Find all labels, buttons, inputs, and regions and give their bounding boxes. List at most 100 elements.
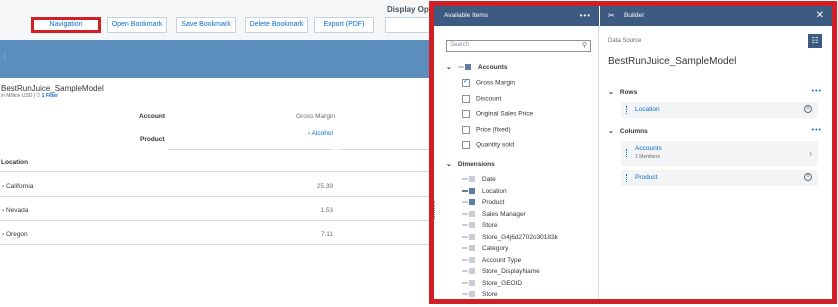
- unit-label: in Million USD: [1, 93, 33, 99]
- chevron-right-icon[interactable]: ›: [809, 149, 812, 158]
- product-header: Product: [140, 136, 165, 143]
- search-placeholder: Search: [450, 42, 470, 48]
- checkbox[interactable]: [462, 95, 470, 103]
- accounts-section-toggle[interactable]: ⌄ Accounts: [446, 63, 508, 71]
- navigation-button[interactable]: Navigation: [31, 17, 101, 33]
- filter-icon[interactable]: ⛉: [37, 93, 41, 99]
- band-icon: ⟨: [3, 52, 7, 61]
- account-label: Original Sales Price: [476, 110, 534, 118]
- dimension-label: Store_DisplayName: [482, 268, 540, 275]
- dimension-label: Category: [482, 245, 509, 252]
- chevron-right-icon: ›: [308, 130, 311, 137]
- account-item-price-fixed[interactable]: Price (fixed): [462, 126, 511, 134]
- row-divider: [0, 171, 430, 172]
- account-item-original-sales-price[interactable]: Original Sales Price: [462, 110, 533, 118]
- rows-section-toggle[interactable]: ⌄ Rows: [608, 88, 637, 96]
- account-header: Account: [139, 113, 165, 120]
- dimension-item[interactable]: Store: [462, 222, 498, 229]
- checkbox-checked[interactable]: [462, 77, 470, 87]
- checkbox[interactable]: [462, 126, 470, 134]
- report-subtitle: in Million USD | ⛉ 1 Filter: [1, 93, 58, 99]
- dimension-label: Store_GEOID: [482, 280, 523, 287]
- dimension-item[interactable]: Product: [462, 199, 504, 206]
- dimension-item[interactable]: Location: [462, 188, 507, 195]
- search-icon[interactable]: ⚲: [582, 41, 587, 49]
- dimensions-section-toggle[interactable]: ⌄ Dimensions: [446, 160, 495, 168]
- dimension-label: Location: [482, 188, 507, 195]
- hierarchy-icon: [462, 188, 476, 195]
- measure-icon: [457, 64, 472, 71]
- chevron-down-icon: ⌄: [446, 64, 452, 71]
- dimension-item[interactable]: Store_G4j6d2702o30183k: [462, 234, 558, 241]
- more-options-icon[interactable]: •••: [580, 6, 591, 26]
- export-pdf-button[interactable]: Export (PDF): [314, 17, 374, 33]
- drag-handle-icon[interactable]: [626, 174, 628, 182]
- table-cell: 7.11: [320, 231, 333, 238]
- builder-header: ✂ Builder ✕: [600, 6, 832, 26]
- columns-more-icon[interactable]: •••: [812, 127, 822, 134]
- panel-resize-handle[interactable]: [434, 201, 435, 219]
- measure-icon: [462, 199, 476, 206]
- table-row[interactable]: › Nevada: [2, 207, 28, 214]
- close-icon[interactable]: ✕: [816, 6, 824, 26]
- row-dimension-header: Location: [1, 159, 29, 166]
- dimension-item[interactable]: Store_GEOID: [462, 280, 522, 287]
- dimension-label: Store: [482, 222, 498, 229]
- checkbox[interactable]: [462, 110, 470, 118]
- data-source-settings-icon[interactable]: ☷: [808, 34, 822, 48]
- account-item-quantity-sold[interactable]: Quantity sold: [462, 141, 514, 149]
- account-item-discount[interactable]: Discount: [462, 95, 501, 103]
- token-label: Accounts: [635, 145, 662, 152]
- columns-token-product[interactable]: Product ×: [620, 170, 818, 186]
- delete-bookmark-button[interactable]: Delete Bookmark: [245, 17, 308, 33]
- table-cell: 1.53: [320, 207, 333, 214]
- dimension-item[interactable]: Sales Manager: [462, 211, 526, 218]
- open-bookmark-button[interactable]: Open Bookmark: [107, 17, 167, 33]
- dimension-label: Store: [482, 291, 498, 298]
- drag-handle-icon[interactable]: [626, 149, 628, 157]
- product-member-header[interactable]: › Alcohol: [308, 130, 333, 137]
- dimension-item[interactable]: Date: [462, 176, 496, 183]
- dimension-item[interactable]: Account Type: [462, 257, 521, 264]
- account-label: Quantity sold: [476, 141, 514, 149]
- row-label: Nevada: [5, 207, 29, 214]
- builder-tools-icon: ✂: [608, 11, 615, 20]
- token-label: Product: [635, 174, 658, 181]
- toolbar: Navigation Open Bookmark Save Bookmark D…: [0, 0, 430, 40]
- columns-section-toggle[interactable]: ⌄ Columns: [608, 127, 648, 135]
- save-bookmark-button[interactable]: Save Bookmark: [176, 17, 236, 33]
- dimension-item[interactable]: Category: [462, 245, 508, 252]
- checkbox[interactable]: [462, 141, 470, 149]
- account-label: Discount: [476, 95, 502, 103]
- dimension-icon: [462, 257, 476, 264]
- token-label: Location: [635, 106, 660, 113]
- row-divider: [0, 220, 430, 221]
- header-divider: [168, 149, 334, 150]
- builder-title: Builder: [624, 12, 645, 19]
- remove-icon[interactable]: ×: [804, 173, 812, 181]
- dimension-icon: [462, 245, 476, 252]
- table-cell: 25.39: [316, 183, 333, 190]
- builder-panel: ✂ Builder ✕ Data Source ☷ BestRunJuice_S…: [600, 6, 832, 299]
- dimension-icon: [462, 222, 476, 229]
- filter-link[interactable]: 1 Filter: [42, 93, 58, 99]
- display-options-button[interactable]: [385, 17, 430, 33]
- rows-more-icon[interactable]: •••: [812, 88, 822, 95]
- drag-handle-icon[interactable]: [626, 106, 628, 114]
- dimension-icon: [462, 176, 476, 183]
- dimension-icon: [462, 211, 476, 218]
- dimension-item[interactable]: Store: [462, 291, 498, 298]
- rows-token-location[interactable]: Location ×: [620, 102, 818, 118]
- row-label: Oregon: [5, 231, 28, 238]
- table-row[interactable]: › Oregon: [2, 231, 28, 238]
- table-row[interactable]: › California: [2, 183, 33, 190]
- dimensions-header: Dimensions: [457, 161, 495, 168]
- row-label: California: [5, 183, 34, 190]
- dimension-label: Account Type: [482, 257, 522, 264]
- dimension-item[interactable]: Store_DisplayName: [462, 268, 540, 275]
- columns-token-accounts[interactable]: Accounts 1 Members ›: [620, 141, 818, 166]
- account-item-gross-margin[interactable]: Gross Margin: [462, 77, 515, 87]
- dimension-icon: [462, 291, 476, 298]
- remove-icon[interactable]: ×: [804, 105, 812, 113]
- search-input[interactable]: Search ⚲: [446, 40, 591, 52]
